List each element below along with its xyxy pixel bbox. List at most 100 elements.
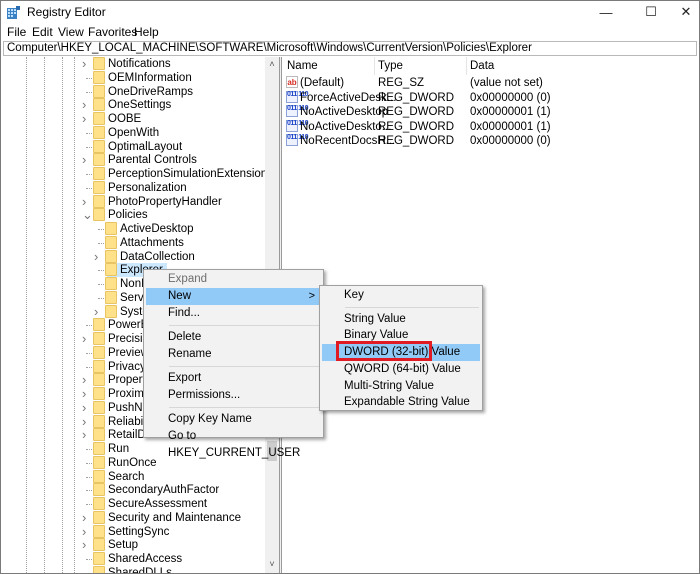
menu-item-expandable-string-value[interactable]: Expandable String Value	[322, 394, 480, 411]
chevron-right-icon[interactable]: ›	[82, 98, 86, 111]
chevron-right-icon[interactable]: ›	[82, 57, 86, 70]
column-divider[interactable]	[374, 57, 375, 75]
submenu-arrow-icon: >	[308, 290, 315, 302]
value-data: 0x00000001 (1)	[470, 120, 551, 133]
folder-icon	[93, 510, 105, 524]
chevron-right-icon[interactable]: ›	[82, 195, 86, 208]
tree-item-label: OOBE	[108, 113, 142, 125]
tree-item[interactable]: SharedDLLs	[3, 565, 265, 573]
tree-item[interactable]: Attachments	[3, 235, 265, 250]
folder-icon	[93, 469, 105, 483]
menu-item-delete[interactable]: Delete	[146, 329, 321, 346]
chevron-right-icon[interactable]: ›	[82, 387, 86, 400]
column-header-data[interactable]: Data	[470, 60, 494, 72]
menu-item-copy-key-name[interactable]: Copy Key Name	[146, 411, 321, 428]
scroll-down-icon[interactable]: ˅	[265, 557, 279, 571]
menu-favorites[interactable]: Favorites	[88, 25, 137, 39]
tree-item[interactable]: PerceptionSimulationExtensions	[3, 167, 273, 181]
tree-item[interactable]: SecureAssessment	[3, 497, 265, 511]
tree-item[interactable]: ⌄ Policies	[3, 208, 265, 222]
menu-item-export[interactable]: Export	[146, 370, 321, 387]
menu-item-multi-string-value[interactable]: Multi-String Value	[322, 378, 480, 395]
menu-item-key[interactable]: Key	[322, 287, 480, 304]
tree-connector	[86, 366, 92, 368]
chevron-right-icon[interactable]: ›	[82, 415, 86, 428]
column-header-type[interactable]: Type	[378, 60, 403, 72]
tree-item[interactable]: Personalization	[3, 180, 265, 195]
address-bar[interactable]: Computer\HKEY_LOCAL_MACHINE\SOFTWARE\Mic…	[3, 41, 697, 56]
tree-item[interactable]: › OneSettings	[3, 98, 265, 112]
tree-item-label: Attachments	[120, 236, 184, 249]
tree-item-label: OneSettings	[108, 99, 172, 112]
tree-item-label: OpenWith	[108, 126, 160, 139]
chevron-down-icon[interactable]: ⌄	[82, 208, 93, 221]
dword-value-icon: 011 110	[286, 105, 309, 117]
maximize-icon: ☐	[645, 4, 657, 19]
chevron-right-icon[interactable]: ›	[82, 373, 86, 386]
tree-item[interactable]: › OOBE	[3, 112, 265, 126]
chevron-right-icon[interactable]: ›	[82, 525, 86, 538]
tree-item[interactable]: OEMInformation	[3, 70, 265, 85]
tree-item[interactable]: › Parental Controls	[3, 153, 265, 167]
annotation-highlight-box	[336, 341, 432, 361]
menu-item-qword-64-bit-value[interactable]: QWORD (64-bit) Value	[322, 361, 480, 378]
tree-item[interactable]: › Security and Maintenance	[3, 510, 265, 525]
menu-item-string-value[interactable]: String Value	[322, 311, 480, 328]
value-row[interactable]: 011 110 NoActiveDesktop REG_DWORD 0x0000000…	[282, 105, 698, 119]
menu-edit[interactable]: Edit	[32, 25, 53, 39]
tree-item[interactable]: › Notifications	[3, 57, 265, 71]
tree-item[interactable]: ActiveDesktop	[3, 222, 265, 236]
menu-separator	[345, 306, 479, 308]
registry-editor-app-icon	[7, 6, 20, 19]
tree-connector	[86, 325, 92, 327]
tree-item[interactable]: › PhotoPropertyHandler	[3, 194, 265, 209]
column-header-name[interactable]: Name	[287, 60, 318, 72]
folder-icon	[105, 249, 117, 263]
tree-connector	[86, 559, 92, 560]
column-divider[interactable]	[466, 57, 467, 75]
value-row[interactable]: ab (Default) REG_SZ (value not set)	[282, 76, 698, 90]
chevron-right-icon[interactable]: ›	[94, 305, 98, 318]
tree-item[interactable]: OpenWith	[3, 125, 265, 140]
value-row[interactable]: 011 110 NoActiveDeskto... REG_DWORD 0x00000…	[282, 119, 698, 134]
chevron-right-icon[interactable]: ›	[82, 153, 86, 166]
chevron-right-icon[interactable]: ›	[82, 112, 86, 125]
minimize-button[interactable]: —	[583, 1, 629, 23]
tree-item[interactable]: › Setup	[3, 538, 265, 552]
tree-connector	[98, 229, 104, 230]
tree-item-label: PhotoPropertyHandler	[108, 195, 222, 208]
value-row[interactable]: 011 110 ForceActiveDesk... REG_DWORD 0x0000…	[282, 90, 698, 105]
tree-item-label: SharedAccess	[108, 553, 183, 565]
chevron-right-icon[interactable]: ›	[82, 511, 86, 524]
maximize-button[interactable]: ☐	[628, 1, 674, 23]
menu-view[interactable]: View	[58, 25, 84, 39]
tree-item[interactable]: SharedAccess	[3, 552, 265, 566]
tree-item[interactable]: OneDriveRamps	[3, 84, 265, 99]
menu-item-expand[interactable]: Expand	[146, 271, 321, 288]
scroll-up-icon[interactable]: ˄	[265, 57, 279, 71]
folder-icon	[93, 387, 105, 400]
tree-item[interactable]: SecondaryAuthFactor	[3, 483, 265, 497]
menu-item-find[interactable]: Find...	[146, 305, 321, 322]
tree-item[interactable]: › DataCollection	[3, 249, 265, 264]
tree-connector	[98, 270, 104, 272]
menu-item-permissions[interactable]: Permissions...	[146, 387, 321, 404]
menu-item-new[interactable]: New >	[146, 288, 321, 305]
menu-item-go-to-hkey-current-user[interactable]: Go to HKEY_CURRENT_USER	[146, 428, 321, 459]
tree-item[interactable]: Search	[3, 469, 265, 484]
chevron-right-icon[interactable]: ›	[94, 250, 98, 263]
folder-icon	[105, 235, 117, 249]
value-row[interactable]: 011 110 NoRecentDocsH... REG_DWORD 0x000000…	[282, 134, 698, 148]
menu-item-rename[interactable]: Rename	[146, 346, 321, 363]
chevron-right-icon[interactable]: ›	[82, 538, 86, 551]
menu-help[interactable]: Help	[134, 25, 159, 39]
folder-icon	[105, 222, 117, 235]
chevron-right-icon[interactable]: ›	[82, 401, 86, 414]
menu-file[interactable]: File	[7, 25, 26, 39]
tree-item[interactable]: OptimalLayout	[3, 139, 265, 154]
close-button[interactable]: ✕	[673, 1, 699, 23]
menu-item-label: Go to HKEY_CURRENT_USER	[168, 430, 301, 459]
chevron-right-icon[interactable]: ›	[82, 428, 86, 441]
chevron-right-icon[interactable]: ›	[82, 332, 86, 345]
tree-item[interactable]: › SettingSync	[3, 524, 265, 539]
